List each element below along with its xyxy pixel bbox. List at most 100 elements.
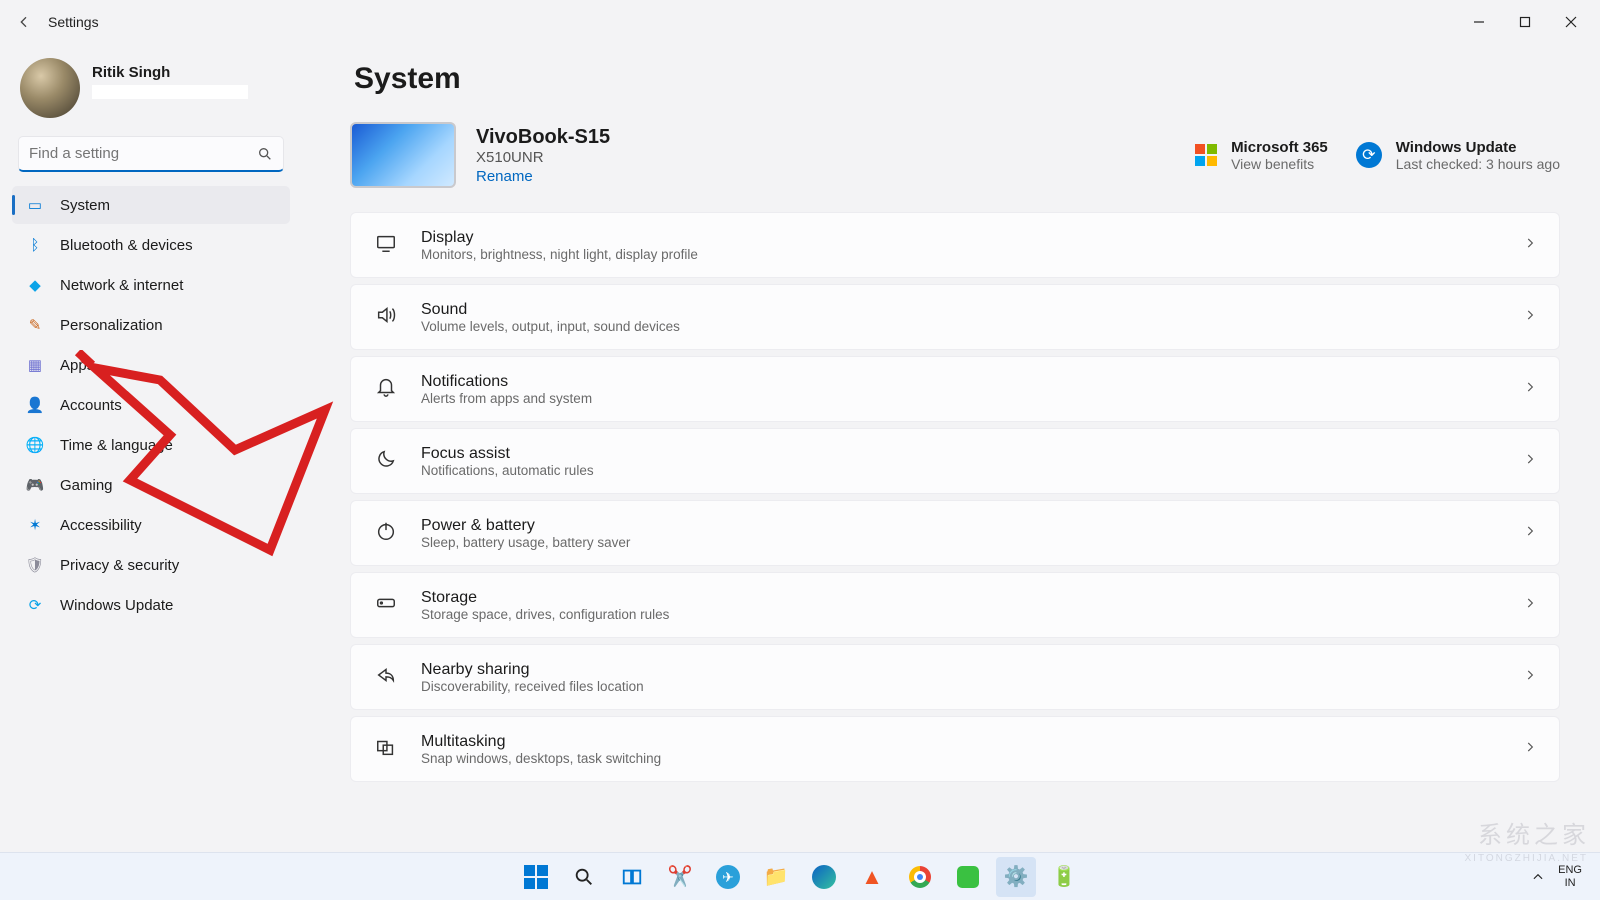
apps-icon: ▦: [26, 356, 44, 374]
task-view-icon[interactable]: [612, 857, 652, 897]
person-icon: 👤: [26, 396, 44, 414]
sidebar-item-label: Gaming: [60, 477, 113, 494]
chevron-right-icon: [1523, 236, 1537, 255]
chevron-right-icon: [1523, 524, 1537, 543]
device-thumbnail: [350, 122, 456, 188]
brush-icon: ✎: [26, 316, 44, 334]
setting-nearby-sharing[interactable]: Nearby sharing Discoverability, received…: [350, 644, 1560, 710]
sidebar-item-network[interactable]: ◆ Network & internet: [12, 266, 290, 304]
setting-storage[interactable]: Storage Storage space, drives, configura…: [350, 572, 1560, 638]
multitask-icon: [373, 736, 399, 763]
sidebar-item-accounts[interactable]: 👤 Accounts: [12, 386, 290, 424]
ms365-title: Microsoft 365: [1231, 139, 1328, 156]
windows-update-sub: Last checked: 3 hours ago: [1396, 156, 1560, 172]
sidebar-item-privacy[interactable]: 🛡 Privacy & security: [12, 546, 290, 584]
sidebar-item-apps[interactable]: ▦ Apps: [12, 346, 290, 384]
setting-power[interactable]: Power & battery Sleep, battery usage, ba…: [350, 500, 1560, 566]
taskbar-app-snip[interactable]: ✂️: [660, 857, 700, 897]
profile-block[interactable]: Ritik Singh: [4, 52, 298, 136]
sidebar-item-personalization[interactable]: ✎ Personalization: [12, 306, 290, 344]
setting-title: Multitasking: [421, 733, 661, 751]
sidebar-item-label: Network & internet: [60, 277, 183, 294]
chevron-right-icon: [1523, 308, 1537, 327]
profile-name: Ritik Singh: [92, 64, 248, 81]
rename-link[interactable]: Rename: [476, 168, 610, 185]
share-icon: [373, 664, 399, 691]
sidebar-item-system[interactable]: ▭ System: [12, 186, 290, 224]
settings-list: Display Monitors, brightness, night ligh…: [350, 212, 1560, 782]
watermark: 系统之家: [1478, 815, 1590, 850]
bell-icon: [373, 376, 399, 403]
page-title: System: [354, 62, 1560, 96]
taskbar-app-chrome[interactable]: [900, 857, 940, 897]
gamepad-icon: 🎮: [26, 476, 44, 494]
setting-display[interactable]: Display Monitors, brightness, night ligh…: [350, 212, 1560, 278]
language-indicator[interactable]: ENG IN: [1558, 864, 1582, 888]
chevron-right-icon: [1523, 596, 1537, 615]
setting-title: Power & battery: [421, 517, 630, 535]
device-model: X510UNR: [476, 149, 610, 166]
taskbar-search-icon[interactable]: [564, 857, 604, 897]
sidebar-item-accessibility[interactable]: ✶ Accessibility: [12, 506, 290, 544]
setting-title: Focus assist: [421, 445, 594, 463]
sidebar-nav: ▭ System ᛒ Bluetooth & devices ◆ Network…: [4, 186, 298, 624]
sidebar-item-label: Accessibility: [60, 517, 142, 534]
setting-title: Sound: [421, 301, 680, 319]
chevron-right-icon: [1523, 452, 1537, 471]
bluetooth-icon: ᛒ: [26, 236, 44, 254]
setting-notifications[interactable]: Notifications Alerts from apps and syste…: [350, 356, 1560, 422]
maximize-button[interactable]: [1502, 6, 1548, 38]
ms365-card[interactable]: Microsoft 365 View benefits: [1195, 139, 1328, 172]
power-icon: [373, 520, 399, 547]
main-content: System VivoBook-S15 X510UNR Rename Micro…: [310, 44, 1600, 852]
minimize-button[interactable]: [1456, 6, 1502, 38]
setting-sub: Sleep, battery usage, battery saver: [421, 535, 630, 550]
device-header: VivoBook-S15 X510UNR Rename Microsoft 36…: [350, 122, 1560, 188]
device-name: VivoBook-S15: [476, 126, 610, 149]
system-icon: ▭: [26, 196, 44, 214]
chevron-right-icon: [1523, 740, 1537, 759]
storage-icon: [373, 592, 399, 619]
update-icon: ⟳: [26, 596, 44, 614]
close-button[interactable]: [1548, 6, 1594, 38]
moon-icon: [373, 448, 399, 475]
titlebar: Settings: [0, 0, 1600, 44]
setting-title: Nearby sharing: [421, 661, 644, 679]
setting-multitasking[interactable]: Multitasking Snap windows, desktops, tas…: [350, 716, 1560, 782]
back-button[interactable]: [6, 4, 42, 40]
taskbar-app-brave[interactable]: ▲: [852, 857, 892, 897]
wifi-icon: ◆: [26, 276, 44, 294]
taskbar-app-edge[interactable]: [804, 857, 844, 897]
setting-sub: Alerts from apps and system: [421, 391, 592, 406]
search-box[interactable]: [18, 136, 284, 172]
taskbar-app-settings[interactable]: ⚙️: [996, 857, 1036, 897]
taskbar-app-explorer[interactable]: 📁: [756, 857, 796, 897]
avatar: [20, 58, 80, 118]
sidebar-item-label: Windows Update: [60, 597, 173, 614]
chevron-right-icon: [1523, 380, 1537, 399]
setting-sub: Notifications, automatic rules: [421, 463, 594, 478]
taskbar-app-telegram[interactable]: ✈: [708, 857, 748, 897]
search-input[interactable]: [29, 145, 257, 162]
windows-update-card[interactable]: ⟳ Windows Update Last checked: 3 hours a…: [1356, 139, 1560, 172]
sidebar-item-label: Apps: [60, 357, 94, 374]
windows-update-title: Windows Update: [1396, 139, 1560, 156]
start-button[interactable]: [516, 857, 556, 897]
sidebar: Ritik Singh ▭ System ᛒ Bluetooth & devic…: [0, 44, 310, 852]
setting-focus-assist[interactable]: Focus assist Notifications, automatic ru…: [350, 428, 1560, 494]
profile-email-redacted: [92, 85, 248, 99]
sidebar-item-gaming[interactable]: 🎮 Gaming: [12, 466, 290, 504]
sidebar-item-time-language[interactable]: 🌐 Time & language: [12, 426, 290, 464]
sidebar-item-windows-update[interactable]: ⟳ Windows Update: [12, 586, 290, 624]
sidebar-item-label: Time & language: [60, 437, 173, 454]
taskbar-app-line[interactable]: [948, 857, 988, 897]
shield-icon: 🛡: [26, 556, 44, 574]
tray-chevron-up-icon[interactable]: [1526, 865, 1550, 889]
microsoft-logo-icon: [1195, 144, 1217, 166]
sidebar-item-bluetooth[interactable]: ᛒ Bluetooth & devices: [12, 226, 290, 264]
setting-sound[interactable]: Sound Volume levels, output, input, soun…: [350, 284, 1560, 350]
sidebar-item-label: Personalization: [60, 317, 163, 334]
watermark-sub: XITONGZHIJIA.NET: [1465, 853, 1589, 864]
taskbar-app-battery[interactable]: 🔋: [1044, 857, 1084, 897]
sound-icon: [373, 304, 399, 331]
